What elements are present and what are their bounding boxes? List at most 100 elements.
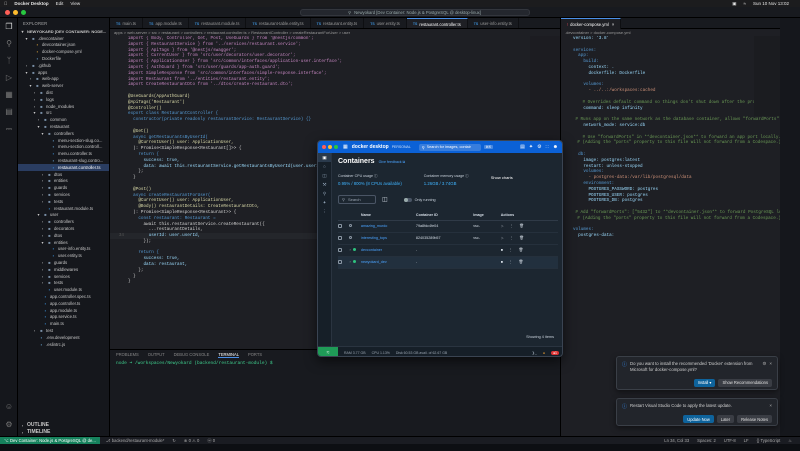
delete-icon[interactable]: 🗑 — [519, 224, 524, 228]
install-button[interactable]: Install ▾ — [693, 378, 716, 387]
tree-folder[interactable]: › ■ dtos — [18, 232, 109, 239]
tree-file[interactable]: ▪ .eslintrc.js — [18, 341, 109, 348]
more-nav-icon[interactable]: ⋮ — [318, 207, 331, 216]
close-icon[interactable]: × — [769, 403, 772, 408]
feedback-link[interactable]: Give feedback ⧉ — [379, 160, 406, 164]
container-image[interactable]: vsc- — [473, 220, 501, 233]
end-of-line[interactable]: LF — [744, 438, 749, 443]
tree-folder[interactable]: › ■ entities — [18, 178, 109, 185]
indentation[interactable]: Spaces: 2 — [697, 438, 716, 443]
cursor-position[interactable]: Ln 34, Col 33 — [664, 438, 689, 443]
app-menu[interactable]: Docker Desktop — [14, 1, 48, 6]
branch-status[interactable]: ⎇ backend/restaurant-module* — [106, 438, 165, 443]
table-row[interactable]: › newyokard_dev - ■ ⋮ 🗑 — [338, 256, 558, 269]
columns-icon[interactable]: ◫ — [382, 196, 388, 203]
tree-folder[interactable]: › ■ logs — [18, 96, 109, 103]
terminal-icon[interactable]: ❯_ — [532, 351, 537, 355]
container-image[interactable] — [473, 256, 501, 269]
builds-nav-icon[interactable]: ⚒ — [318, 180, 331, 189]
explorer-icon[interactable]: ❐ — [0, 18, 18, 35]
more-options-icon[interactable]: ⋮ — [509, 260, 513, 264]
container-image[interactable]: vsc- — [473, 232, 501, 245]
editor-tab[interactable]: TS restaurant-table.entity.ts — [246, 18, 311, 28]
close-window-icon[interactable] — [5, 9, 10, 15]
table-row[interactable]: › devcontainer - ■ ⋮ 🗑 — [338, 244, 558, 257]
container-name[interactable]: amazing_murdo — [360, 220, 416, 233]
tree-folder[interactable]: › ■ common — [18, 116, 109, 123]
tree-folder[interactable]: › ■ controllers — [18, 218, 109, 225]
later-button[interactable]: Later — [716, 415, 735, 423]
user-avatar-icon[interactable]: ☻ — [553, 144, 558, 150]
delete-icon[interactable]: 🗑 — [519, 260, 524, 264]
tree-file[interactable]: ▪ app.module.ts — [18, 307, 109, 314]
sync-icon[interactable]: ↻ — [172, 438, 176, 443]
column-header[interactable]: Image — [473, 210, 501, 221]
settings-gear-icon[interactable]: ⚙ — [537, 144, 541, 150]
docker-tray-icon[interactable]: ▣ — [732, 1, 736, 7]
tree-file[interactable]: ▪ menu-section.controll... — [18, 144, 109, 151]
extensions-icon[interactable]: ▦ — [0, 86, 18, 103]
editor-tab[interactable]: TS restaurant.module.ts — [189, 18, 247, 28]
column-header[interactable]: Container ID — [415, 210, 474, 221]
chevron-right-icon[interactable]: › — [349, 260, 350, 264]
column-header[interactable]: Name — [360, 210, 416, 221]
engine-status-icon[interactable]: ≈ — [318, 346, 338, 356]
tree-file[interactable]: ▪ docker-compose.yml — [18, 48, 109, 55]
tree-folder[interactable]: › ■ web-app — [18, 76, 109, 83]
more-options-icon[interactable]: ⋮ — [510, 236, 514, 240]
editor-tab[interactable]: TS main.ts — [110, 18, 143, 28]
remote-explorer-icon[interactable]: ▤ — [0, 103, 18, 120]
row-checkbox[interactable] — [338, 256, 350, 269]
tree-folder[interactable]: › ■ services — [18, 273, 109, 280]
update-now-button[interactable]: Update Now — [683, 415, 714, 423]
learn-icon[interactable]: ▤ — [520, 144, 525, 150]
row-checkbox[interactable] — [338, 244, 350, 257]
tree-folder[interactable]: › ■ dtos — [18, 171, 109, 178]
tree-file[interactable]: ▪ app.controller.ts — [18, 300, 109, 307]
tree-folder[interactable]: › ■ decorators — [18, 225, 109, 232]
outline-section[interactable]: › OUTLINE — [18, 422, 49, 429]
docker-search[interactable]: ⚲ Search for images, containers, volumes… — [418, 143, 481, 151]
clock[interactable]: Sun 10 Nov 13:02 — [753, 1, 789, 7]
workspace-root[interactable]: ▾ NEWYOKARD [DEV CONTAINER: NODE... — [18, 28, 109, 35]
tree-file[interactable]: ▪ restaurant.controller.ts — [18, 163, 109, 171]
tree-folder[interactable]: ▾ ■ src — [18, 110, 109, 117]
editor-tab[interactable]: TS user-info.entity.ts — [468, 18, 519, 28]
edit-menu[interactable]: Edit — [56, 1, 64, 6]
tree-file[interactable]: ▪ .env.development — [18, 334, 109, 341]
checkbox-icon[interactable] — [338, 235, 342, 240]
command-center[interactable]: ⚲ Newyokard [Dev Container: Node.js & Po… — [299, 8, 530, 16]
docker-icon[interactable]: ⎓ — [0, 120, 18, 137]
tree-file[interactable]: ▪ user.entity.ts — [18, 252, 109, 259]
volumes-nav-icon[interactable]: ◫ — [318, 171, 331, 180]
view-menu[interactable]: View — [70, 1, 80, 6]
docker-minimize-icon[interactable] — [328, 145, 332, 149]
tree-file[interactable]: ▪ app.controller.spec.ts — [18, 293, 109, 300]
images-nav-icon[interactable]: ○ — [318, 162, 331, 171]
tree-folder[interactable]: › ■ test — [18, 327, 109, 334]
tree-folder[interactable]: › ■ services — [18, 191, 109, 198]
source-control-icon[interactable]: ᛉ — [0, 52, 18, 69]
table-row[interactable]: amazing_murdo 79a8fdc4fe04 vsc- ▷ ⋮ 🗑 — [338, 220, 558, 233]
ports-status[interactable]: ⓦ 0 — [207, 438, 215, 444]
row-checkbox[interactable] — [338, 220, 350, 233]
account-icon[interactable]: ☺ — [0, 398, 18, 415]
checkbox-icon[interactable] — [338, 247, 342, 252]
run-debug-icon[interactable]: ▷ — [0, 69, 18, 86]
delete-icon[interactable]: 🗑 — [519, 236, 524, 240]
docker-zoom-icon[interactable] — [334, 145, 338, 149]
more-options-icon[interactable]: ⋮ — [509, 248, 513, 252]
tab-docker-compose[interactable]: ! docker-compose.yml × — [561, 18, 622, 29]
zoom-window-icon[interactable] — [21, 9, 26, 15]
container-name[interactable]: newyokard_dev — [360, 256, 416, 269]
update-icon[interactable]: ● — [543, 351, 545, 355]
chevron-right-icon[interactable]: › — [349, 248, 350, 252]
panel-tab[interactable]: DEBUG CONSOLE — [174, 352, 210, 357]
extensions-nav-icon[interactable]: ✦ — [318, 198, 331, 207]
notifications-badge[interactable]: ●1 — [550, 350, 559, 355]
tree-file[interactable]: ▪ main.ts — [18, 320, 109, 327]
show-recommendations-button[interactable]: Show Recommendations — [718, 378, 772, 387]
tree-folder[interactable]: › ■ middlewares — [18, 266, 109, 273]
tree-file[interactable]: ▪ restaurant.module.ts — [18, 205, 109, 212]
tree-folder[interactable]: ▾ ■ web-server — [18, 82, 109, 89]
